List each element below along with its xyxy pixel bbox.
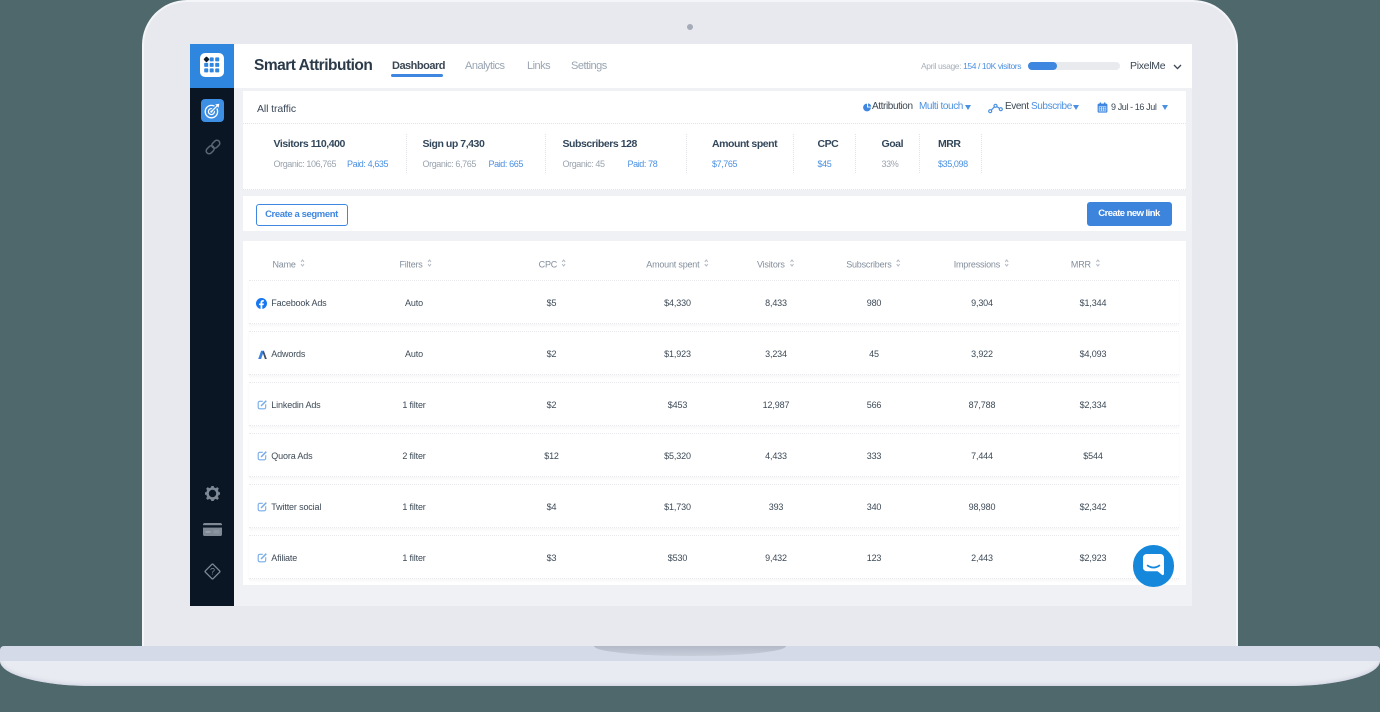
svg-text:?: ? — [210, 567, 215, 577]
